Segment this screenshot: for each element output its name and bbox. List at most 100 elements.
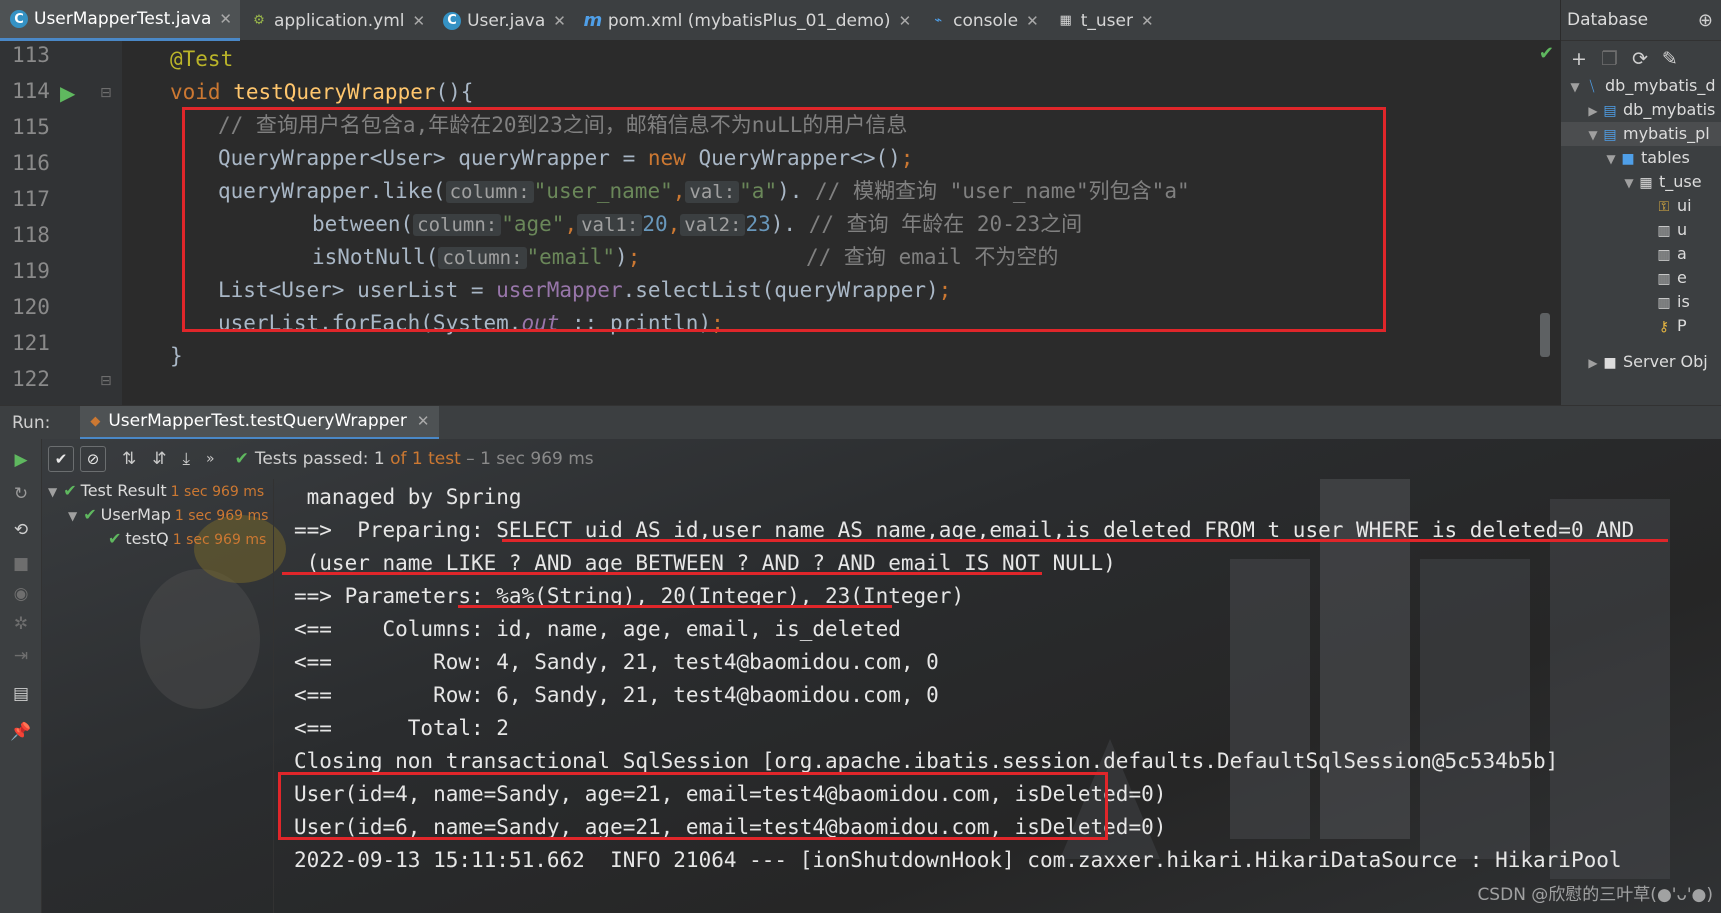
database-toolbar: + ❐ ⟳ ✎: [1561, 41, 1721, 77]
expand-icon[interactable]: ▼: [68, 509, 77, 523]
collapse-icon[interactable]: ▶: [1585, 351, 1601, 375]
underline-highlight: [502, 539, 1668, 542]
code-editor[interactable]: C UserMapperTest.java ✕ ⚙ application.ym…: [0, 0, 1560, 405]
run-panel-header: Run: ◆ UserMapperTest.testQueryWrapper ✕: [0, 405, 1721, 440]
code-text: (){: [435, 80, 474, 104]
tab-t-user[interactable]: ▦ t_user ✕: [1047, 0, 1162, 41]
rerun-icon[interactable]: ▶: [10, 449, 32, 471]
close-icon[interactable]: ✕: [1141, 12, 1154, 30]
console-line: <== Row: 6, Sandy, 21, test4@baomidou.co…: [294, 683, 939, 707]
stop-icon[interactable]: ■: [10, 553, 32, 575]
maven-icon: m: [583, 10, 603, 31]
sort-by-duration-icon[interactable]: ⇵: [152, 449, 166, 469]
test-tree-item[interactable]: ✔ testQ 1 sec 969 ms: [108, 527, 266, 551]
scrollbar-thumb[interactable]: [1540, 313, 1550, 357]
db-tree-item[interactable]: ▶ ▤ db_mybatis: [1561, 98, 1715, 122]
camera-icon[interactable]: ◉: [10, 583, 32, 605]
column-icon: ▥: [1657, 223, 1671, 239]
pass-icon: ✔: [63, 481, 77, 500]
db-tree-label: Server Obj: [1623, 352, 1708, 371]
test-tree-item[interactable]: ▼ ✔ UserMap 1 sec 969 ms: [68, 503, 268, 527]
tab-console[interactable]: ⌁ console ✕: [919, 0, 1047, 41]
close-icon[interactable]: ✕: [553, 12, 566, 30]
key-column-icon: ⚿: [1658, 199, 1670, 215]
rerun-failed-icon[interactable]: ↻: [10, 483, 32, 505]
layout-icon[interactable]: ▤: [10, 683, 32, 705]
db-tree-label: is: [1677, 292, 1690, 311]
db-tree-item[interactable]: ▥ u: [1561, 218, 1687, 242]
close-icon[interactable]: ✕: [1026, 12, 1039, 30]
code-text: }: [170, 344, 183, 368]
status-prefix: Tests passed:: [254, 449, 374, 469]
settings-icon[interactable]: ✲: [10, 613, 32, 635]
export-icon[interactable]: ⇥: [10, 645, 32, 667]
line-number: 118: [12, 223, 50, 247]
copy-icon[interactable]: ❐: [1601, 48, 1618, 70]
tab-application-yml[interactable]: ⚙ application.yml ✕: [240, 0, 433, 41]
tab-label: t_user: [1080, 10, 1133, 31]
show-ignored-icon[interactable]: ⊘: [80, 446, 106, 472]
db-tree-item[interactable]: ▼ ⧹ db_mybatis_d: [1561, 74, 1715, 99]
line-number: 113: [12, 43, 50, 67]
java-class-icon: C: [10, 10, 28, 28]
test-status: ✔ Tests passed: 1 of 1 test – 1 sec 969 m…: [235, 449, 594, 469]
show-passed-icon[interactable]: ✔: [48, 446, 74, 472]
edit-icon[interactable]: ✎: [1662, 48, 1678, 70]
tab-pom-xml[interactable]: m pom.xml (mybatisPlus_01_demo) ✕: [574, 0, 919, 41]
console-line: managed by Spring: [294, 485, 522, 509]
test-tree-item[interactable]: ▼ ✔ Test Result 1 sec 969 ms: [48, 479, 264, 503]
primary-key-icon: ⚷: [1658, 319, 1670, 335]
add-icon[interactable]: +: [1571, 48, 1587, 70]
expand-icon[interactable]: ▼: [1603, 147, 1619, 171]
close-icon[interactable]: ✕: [412, 12, 425, 30]
close-icon[interactable]: ✕: [899, 12, 912, 30]
db-tree-item[interactable]: ▼ ■ tables: [1561, 146, 1689, 171]
refresh-icon[interactable]: ⟳: [1632, 48, 1648, 70]
fold-icon[interactable]: ⊟: [100, 85, 112, 101]
pass-icon: ✔: [83, 505, 97, 524]
status-count: 1: [373, 449, 385, 469]
tab-label: application.yml: [273, 10, 405, 31]
db-tree-item[interactable]: ▼ ▦ t_use: [1561, 170, 1701, 195]
tab-user-java[interactable]: C User.java ✕: [433, 0, 574, 41]
db-tree-item[interactable]: ⚿ ui: [1561, 194, 1692, 218]
run-test-icon[interactable]: ▶: [60, 81, 75, 105]
expand-icon[interactable]: ▼: [1621, 171, 1637, 195]
sort-alphabetically-icon[interactable]: ⇅: [122, 449, 136, 469]
pin-icon[interactable]: 📌: [10, 721, 32, 743]
close-icon[interactable]: ✕: [219, 10, 232, 28]
test-time: 1 sec 969 ms: [172, 532, 267, 548]
db-tree-item[interactable]: ⚷ P: [1561, 314, 1687, 338]
test-result-tree: ▼ ✔ Test Result 1 sec 969 ms ▼ ✔ UserMap 1 sec…: [42, 479, 274, 913]
db-tree-item[interactable]: ▥ e: [1561, 266, 1687, 290]
toggle-auto-test-icon[interactable]: ⟲: [10, 519, 32, 541]
expand-icon[interactable]: ▼: [1585, 123, 1601, 147]
line-number-gutter: 113 114 115 116 117 118 119 120 121 122 …: [0, 41, 122, 405]
run-tab[interactable]: ◆ UserMapperTest.testQueryWrapper ✕: [80, 405, 440, 440]
code-area[interactable]: @Test void testQueryWrapper(){ // 查询用户名包…: [122, 41, 1560, 405]
database-panel: Database ⊕ + ❐ ⟳ ✎ ▼ ⧹ db_mybatis_d ▶ ▤ db_m…: [1560, 0, 1721, 405]
line-number: 119: [12, 259, 50, 283]
db-tree-item[interactable]: ▼ ▤ mybatis_pl: [1561, 122, 1721, 146]
console-output[interactable]: managed by Spring ==> Preparing: SELECT …: [274, 479, 1721, 913]
db-tree-item[interactable]: ▥ a: [1561, 242, 1686, 266]
console-icon: ⌁: [934, 13, 943, 28]
collapse-icon[interactable]: ▶: [1585, 99, 1601, 123]
db-tree-item[interactable]: ▶ ■ Server Obj: [1561, 350, 1708, 375]
add-circle-icon[interactable]: ⊕: [1698, 10, 1713, 31]
tab-label: UserMapperTest.java: [34, 9, 212, 29]
datasource-icon: ⧹: [1589, 79, 1595, 95]
db-tree-label: e: [1677, 268, 1687, 287]
fold-icon[interactable]: ⊟: [100, 373, 112, 389]
close-icon[interactable]: ✕: [417, 412, 430, 430]
expand-icon[interactable]: ▼: [48, 485, 57, 499]
db-tree-label: u: [1677, 220, 1688, 239]
expand-icon[interactable]: ▼: [1567, 75, 1583, 99]
console-line: ==> Parameters: %a%(String), 20(Integer)…: [294, 584, 965, 608]
console-line: 2022-09-13 15:11:51.662 INFO 21064 --- […: [294, 848, 1622, 872]
more-icon[interactable]: »: [206, 451, 215, 467]
keyword: void: [170, 80, 234, 104]
expand-all-icon[interactable]: ⤓: [183, 449, 191, 469]
db-tree-item[interactable]: ▥ is: [1561, 290, 1690, 314]
tab-usermappertest[interactable]: C UserMapperTest.java ✕: [0, 0, 240, 41]
